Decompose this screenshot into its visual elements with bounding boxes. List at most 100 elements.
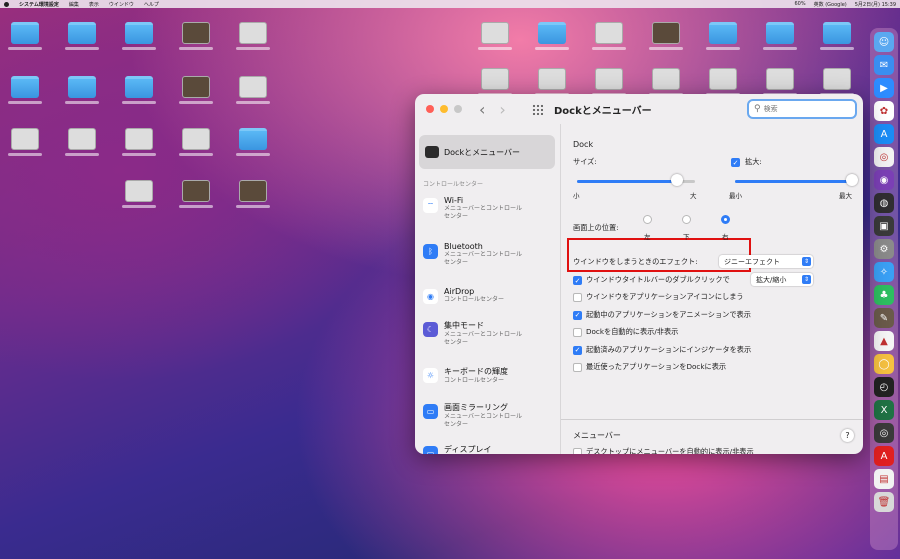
desktop-folder[interactable] xyxy=(114,22,164,50)
document-icon[interactable]: ▤ xyxy=(874,469,894,489)
dock-option-checkbox[interactable] xyxy=(573,293,582,302)
vr-icon[interactable]: ▣ xyxy=(874,216,894,236)
search-input[interactable] xyxy=(763,105,844,113)
help-button[interactable]: ? xyxy=(841,429,854,442)
desktop-folder[interactable] xyxy=(812,22,862,50)
sidebar-item-keyboard-brightness[interactable]: ☼ キーボードの輝度 コントロールセンター xyxy=(423,366,555,385)
desktop-folder[interactable] xyxy=(228,128,278,156)
desktop-folder[interactable] xyxy=(698,22,748,50)
dock-option-checkbox[interactable]: ✓ xyxy=(573,345,582,355)
desktop-file[interactable] xyxy=(171,76,221,104)
messages-icon[interactable]: ◯ xyxy=(874,354,894,374)
magnify-label: 拡大: xyxy=(745,157,762,166)
sidebar-item-airdrop[interactable]: ◉ AirDrop コントロールセンター xyxy=(423,287,555,304)
finder-icon[interactable]: ☺ xyxy=(874,32,894,52)
desktop-file[interactable] xyxy=(470,22,520,50)
magnify-slider-knob[interactable] xyxy=(845,174,858,186)
position-bottom-radio[interactable] xyxy=(682,215,691,224)
battery-percent[interactable]: 60% xyxy=(794,1,805,7)
settings-icon[interactable]: ⚙ xyxy=(874,239,894,259)
menu-help[interactable]: ヘルプ xyxy=(144,1,159,8)
quicktime-icon[interactable]: ◎ xyxy=(874,423,894,443)
dock-option-checkbox[interactable] xyxy=(573,363,582,372)
sidebar-item-subtitle: センター xyxy=(444,339,469,346)
desktop-folder[interactable] xyxy=(527,22,577,50)
trash-icon[interactable]: 🗑 xyxy=(874,492,894,512)
desktop-file[interactable] xyxy=(584,22,634,50)
chevron-updown-icon: ⇕ xyxy=(802,275,811,284)
apple-icon[interactable] xyxy=(4,1,9,7)
gimp-icon[interactable]: ✎ xyxy=(874,308,894,328)
desktop-file[interactable] xyxy=(57,128,107,156)
desktop-file[interactable] xyxy=(641,68,691,96)
desktop-file[interactable] xyxy=(171,128,221,156)
search-field[interactable]: ⚲ xyxy=(747,99,857,119)
desktop-file[interactable] xyxy=(114,128,164,156)
position-left-radio[interactable] xyxy=(643,215,652,224)
safari-icon[interactable]: ✧ xyxy=(874,262,894,282)
sidebar-item-dock-menubar[interactable]: Dockとメニューバー xyxy=(419,135,555,169)
zoom-button[interactable] xyxy=(454,105,462,113)
sidebar-item-title: Bluetooth xyxy=(444,242,483,251)
forward-button[interactable]: › xyxy=(499,100,505,119)
menu-edit[interactable]: 編集 xyxy=(69,1,79,8)
acrobat-icon[interactable]: A xyxy=(874,446,894,466)
dock-option-checkbox[interactable] xyxy=(573,328,582,337)
dock-option-checkbox[interactable]: ✓ xyxy=(573,310,582,320)
minimize-effect-popup[interactable]: ジニーエフェクト ⇕ xyxy=(719,255,813,268)
desktop-file[interactable] xyxy=(228,76,278,104)
magnify-checkbox[interactable]: ✓ xyxy=(731,158,740,167)
vlc-icon[interactable]: ▲ xyxy=(874,331,894,351)
menu-window[interactable]: ウインドウ xyxy=(109,1,134,8)
show-all-grid-icon[interactable] xyxy=(532,104,543,115)
sidebar-item-bluetooth[interactable]: ᛒ Bluetooth メニューバーとコントロール センター xyxy=(423,242,555,267)
excel-icon[interactable]: X xyxy=(874,400,894,420)
desktop-file[interactable] xyxy=(228,22,278,50)
sidebar-item-screen-mirroring[interactable]: ▭ 画面ミラーリング メニューバーとコントロール センター xyxy=(423,402,555,429)
minimize-button[interactable] xyxy=(440,105,448,113)
desktop-folder[interactable] xyxy=(755,22,805,50)
menu-view[interactable]: 表示 xyxy=(89,1,99,8)
mail-icon[interactable]: ✉ xyxy=(874,55,894,75)
close-button[interactable] xyxy=(426,105,434,113)
menu-clock[interactable]: 5月2日(月) 15:39 xyxy=(855,1,896,8)
chrome-icon[interactable]: ◎ xyxy=(874,147,894,167)
size-slider-knob[interactable] xyxy=(671,174,684,186)
desktop-file[interactable] xyxy=(171,180,221,208)
desktop-file[interactable] xyxy=(171,22,221,50)
desktop-file[interactable] xyxy=(114,180,164,208)
sidebar-item-moon[interactable]: ☾ 集中モード メニューバーとコントロール センター xyxy=(423,320,555,347)
obs-icon[interactable]: ◍ xyxy=(874,193,894,213)
desktop-file[interactable] xyxy=(228,180,278,208)
desktop-folder[interactable] xyxy=(0,76,50,104)
position-right-radio[interactable] xyxy=(721,215,730,224)
desktop-file[interactable] xyxy=(527,68,577,96)
desktop-folder[interactable] xyxy=(0,22,50,50)
desktop-file[interactable] xyxy=(470,68,520,96)
input-source[interactable]: 英数 (Google) xyxy=(814,1,847,8)
sidebar-item-display[interactable]: ▭ ディスプレイ xyxy=(423,444,555,454)
desktop-folder[interactable] xyxy=(57,76,107,104)
sidebar-item-subtitle: センター xyxy=(444,259,469,266)
menubar-option-checkbox[interactable] xyxy=(573,448,582,454)
magnify-slider[interactable] xyxy=(735,180,853,183)
desktop-file[interactable] xyxy=(755,68,805,96)
photos-icon[interactable]: ✿ xyxy=(874,101,894,121)
desktop-folder[interactable] xyxy=(57,22,107,50)
appstore-icon[interactable]: A xyxy=(874,124,894,144)
desktop-file[interactable] xyxy=(0,128,50,156)
doubleclick-popup[interactable]: 拡大/縮小 ⇕ xyxy=(751,273,813,286)
back-button[interactable]: ‹ xyxy=(479,100,485,119)
zoom-icon[interactable]: ▶ xyxy=(874,78,894,98)
desktop-file[interactable] xyxy=(812,68,862,96)
doubleclick-checkbox[interactable]: ✓ xyxy=(573,276,582,285)
tor-icon[interactable]: ◉ xyxy=(874,170,894,190)
desktop-file[interactable] xyxy=(584,68,634,96)
desktop-folder[interactable] xyxy=(114,76,164,104)
sidebar-item-wifi[interactable]: ⌔ Wi-Fi メニューバーとコントロール センター xyxy=(423,196,555,221)
menu-app-name[interactable]: システム環境設定 xyxy=(19,1,59,8)
desktop-file[interactable] xyxy=(698,68,748,96)
desktop-file[interactable] xyxy=(641,22,691,50)
clock-icon[interactable]: ◴ xyxy=(874,377,894,397)
evernote-icon[interactable]: ♣ xyxy=(874,285,894,305)
